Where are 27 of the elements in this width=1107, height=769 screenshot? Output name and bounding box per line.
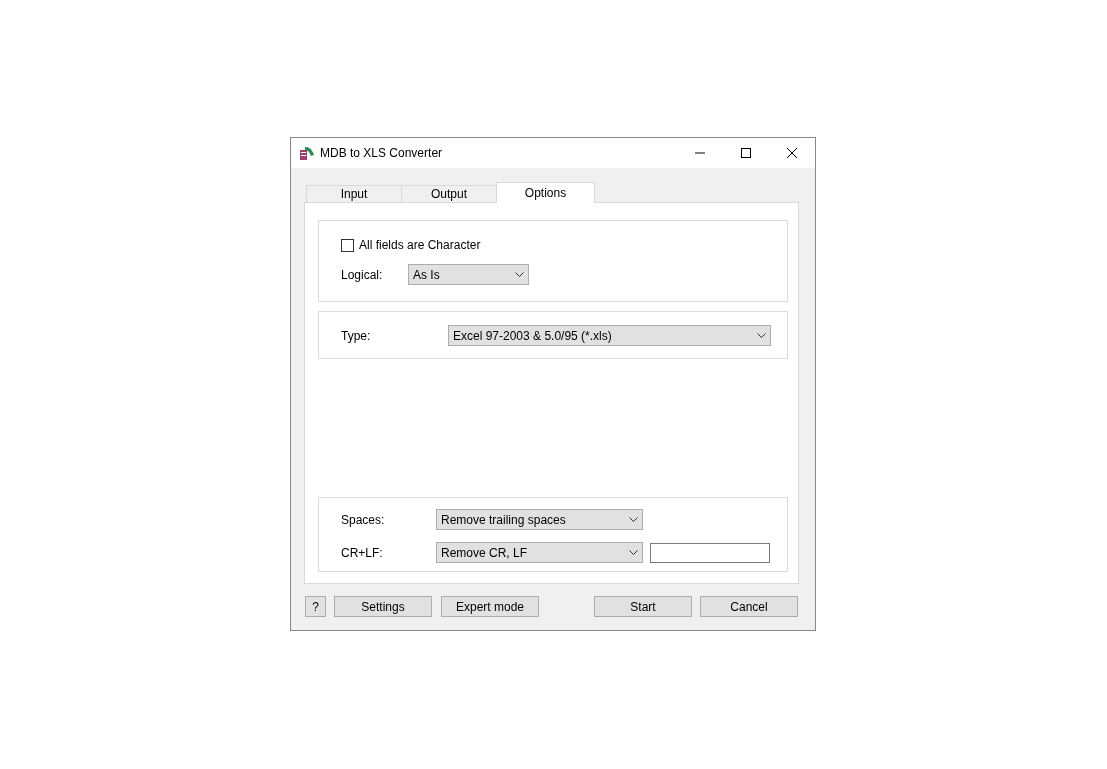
- crlf-dropdown[interactable]: Remove CR, LF: [436, 542, 643, 563]
- caret-icon: [629, 550, 638, 555]
- type-label: Type:: [341, 328, 372, 343]
- logical-dropdown[interactable]: As Is: [408, 264, 529, 285]
- checkbox-label: All fields are Character: [359, 238, 481, 252]
- close-icon[interactable]: [787, 148, 797, 158]
- tab[interactable]: Output: [401, 185, 497, 202]
- replacement-input-field[interactable]: [650, 542, 770, 563]
- expert-mode-button[interactable]: Expert mode: [441, 596, 539, 617]
- tab[interactable]: Options: [496, 182, 595, 203]
- crlf-label: CR+LF:: [341, 545, 384, 560]
- app-icon: [299, 145, 315, 161]
- tab[interactable]: Input: [306, 185, 402, 202]
- caret-icon: [757, 333, 766, 338]
- cancel-button[interactable]: Cancel: [700, 596, 798, 617]
- spaces-label: Spaces:: [341, 512, 386, 527]
- caret-icon: [629, 517, 638, 522]
- type-dropdown[interactable]: Excel 97-2003 & 5.0/95 (*.xls): [448, 325, 771, 346]
- maximize-icon[interactable]: [741, 148, 751, 158]
- spaces-dropdown[interactable]: Remove trailing spaces: [436, 509, 643, 530]
- caret-icon: [515, 272, 524, 277]
- checkbox[interactable]: [341, 238, 354, 252]
- help-button[interactable]: ?: [305, 596, 326, 617]
- start-button[interactable]: Start: [594, 596, 692, 617]
- settings-button[interactable]: Settings: [334, 596, 432, 617]
- logical-label: Logical:: [341, 267, 384, 282]
- window-title: MDB to XLS Converter: [320, 146, 444, 160]
